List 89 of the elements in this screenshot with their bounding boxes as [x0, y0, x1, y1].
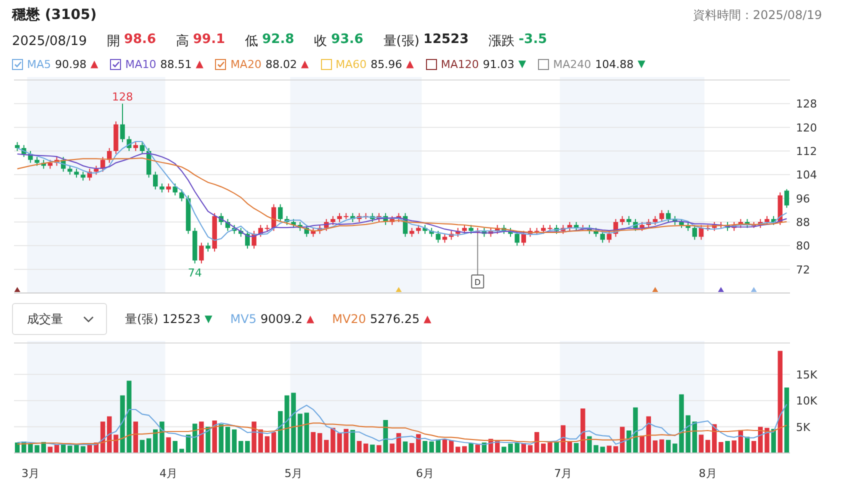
candlestick [698, 224, 704, 240]
month-label: 7月 [554, 467, 572, 480]
candlestick [692, 224, 698, 240]
volume-stat-label: MV5 [230, 312, 256, 326]
annotation: D [474, 278, 481, 287]
candlestick [199, 242, 204, 264]
quote-label: 低 [245, 33, 258, 50]
axis-label: 72 [796, 263, 810, 276]
volume-stat-label: MV20 [332, 312, 366, 326]
month-label: 3月 [21, 467, 40, 480]
month-label: 8月 [698, 467, 717, 480]
low-price-label: 74 [188, 266, 202, 280]
axis-label: 104 [796, 168, 817, 182]
quote-value: 99.1 [193, 32, 226, 49]
axis-label: 120 [796, 121, 817, 134]
ma-value: 104.88 [595, 58, 634, 71]
quote-value: -3.5 [518, 32, 548, 49]
trend-arrow: ▼ [204, 314, 212, 324]
volume-stat-value: 12523 [162, 312, 201, 326]
event-marker-icon [652, 287, 658, 292]
trend-arrow: ▼ [638, 59, 646, 70]
axis-label: 5K [796, 420, 810, 434]
checkbox[interactable] [426, 59, 437, 70]
axis-label: 80 [796, 240, 810, 253]
quote-value: 93.6 [331, 32, 364, 49]
axis-label: 128 [796, 98, 817, 111]
high-price-label: 128 [112, 90, 133, 104]
chevron-down-icon [83, 316, 94, 322]
event-marker-icon [718, 287, 724, 292]
trend-arrow: ▲ [424, 314, 432, 324]
quote-value: 12523 [423, 32, 469, 49]
ma-label: MA120 [440, 58, 479, 71]
candlestick [784, 188, 790, 208]
trend-arrow: ▲ [90, 59, 98, 70]
ma-label: MA60 [336, 58, 367, 71]
candlestick [245, 230, 250, 250]
month-label: 5月 [284, 467, 302, 480]
checkbox[interactable] [538, 59, 550, 70]
ma-value: 90.98 [55, 58, 87, 71]
ma-value: 91.03 [482, 58, 514, 71]
axis-label: 112 [796, 145, 817, 158]
event-marker-icon [14, 287, 20, 292]
candlestick [153, 171, 158, 190]
candlestick [140, 142, 145, 154]
ma-value: 88.51 [160, 58, 192, 71]
candlestick [606, 230, 612, 244]
volume-stat-value: 5276.25 [370, 312, 420, 326]
quote-value: 98.6 [124, 32, 156, 49]
axis-label: 15K [796, 368, 818, 382]
axis-label: 10K [796, 394, 818, 408]
ma-label: MA10 [125, 58, 156, 71]
candlestick [659, 210, 664, 222]
ma-label: MA5 [27, 58, 52, 71]
volume-stat-label: 量(張) [125, 310, 158, 328]
axis-label: 96 [796, 192, 810, 206]
stock-title: 穩懋 (3105) [12, 6, 97, 24]
ma-value: 85.96 [370, 58, 402, 71]
trend-arrow: ▲ [306, 314, 314, 324]
trend-arrow: ▲ [196, 59, 204, 70]
month-label: 4月 [160, 467, 178, 480]
candlestick [120, 103, 125, 143]
trend-arrow: ▼ [518, 59, 526, 70]
quote-label: 高 [176, 33, 190, 50]
ma-label: MA20 [230, 58, 262, 71]
checkbox[interactable] [215, 59, 226, 70]
quote-date: 2025/08/19 [12, 34, 87, 48]
ma-value: 88.02 [265, 58, 297, 71]
candlestick [179, 188, 184, 202]
dividend-marker: D [471, 274, 484, 288]
quote-label: 量(張) [383, 33, 420, 50]
checkbox[interactable] [12, 59, 23, 70]
event-marker-icon [750, 287, 757, 292]
quote-label: 漲跌 [488, 33, 515, 50]
candlestick [436, 230, 441, 244]
indicator-dropdown[interactable]: 成交量 [12, 303, 107, 335]
quote-value: 92.8 [262, 32, 294, 49]
candlestick [666, 210, 671, 222]
ma-label: MA240 [553, 58, 592, 71]
event-marker-icon [396, 287, 402, 292]
data-timestamp: 資料時間：2025/08/19 [692, 6, 822, 24]
month-label: 6月 [416, 467, 434, 480]
checkbox[interactable] [110, 59, 122, 70]
candlestick [278, 204, 283, 222]
volume-stat-value: 9009.2 [260, 312, 302, 326]
trend-arrow: ▲ [300, 59, 309, 70]
trend-arrow: ▲ [406, 59, 414, 70]
quote-label: 開 [106, 33, 120, 50]
axis-label: 88 [796, 216, 810, 229]
quote-label: 收 [314, 33, 328, 50]
